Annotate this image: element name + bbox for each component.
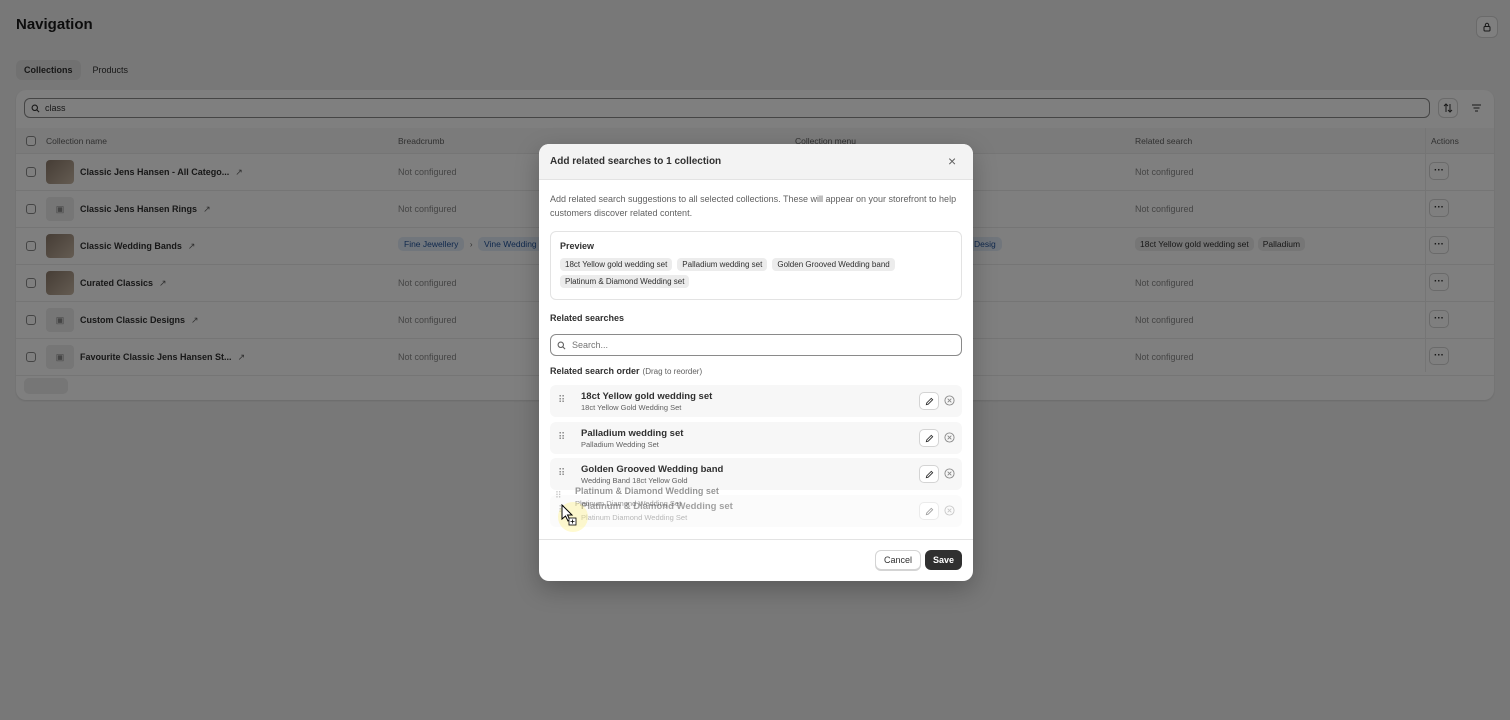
preview-title: Preview <box>560 241 595 251</box>
pencil-icon[interactable] <box>919 465 939 483</box>
drag-ghost: ⠿ Platinum & Diamond Wedding set Platinu… <box>553 486 883 514</box>
search-icon <box>557 341 566 349</box>
modal-footer: Cancel Save <box>539 539 973 581</box>
preview-chip: Palladium wedding set <box>677 258 768 271</box>
item-title: 18ct Yellow gold wedding set <box>581 391 713 402</box>
modal-title: Add related searches to 1 collection <box>550 156 722 167</box>
related-search-item[interactable]: ⠿ 18ct Yellow gold wedding set 18ct Yell… <box>550 385 962 417</box>
related-search-input[interactable] <box>572 340 952 350</box>
ghost-subtitle: Platinum Diamond Wedding Set <box>575 499 682 508</box>
order-label-text: Related search order <box>550 366 640 376</box>
preview-chip: Golden Grooved Wedding band <box>772 258 895 271</box>
remove-circle-icon[interactable] <box>943 504 956 517</box>
modal-description: Add related search suggestions to all se… <box>550 194 957 218</box>
remove-circle-icon[interactable] <box>943 431 956 444</box>
related-search-item[interactable]: ⠿ Palladium wedding set Palladium Weddin… <box>550 422 962 454</box>
preview-chips: 18ct Yellow gold wedding set Palladium w… <box>560 258 952 288</box>
preview-chip: 18ct Yellow gold wedding set <box>560 258 673 271</box>
drag-cursor-icon <box>558 502 588 532</box>
related-searches-label: Related searches <box>550 313 625 323</box>
item-subtitle: Palladium Wedding Set <box>581 440 659 449</box>
remove-circle-icon[interactable] <box>943 394 956 407</box>
remove-circle-icon[interactable] <box>943 467 956 480</box>
pencil-icon[interactable] <box>919 429 939 447</box>
drag-handle-icon: ⠿ <box>555 490 562 500</box>
item-subtitle: Wedding Band 18ct Yellow Gold <box>581 476 688 485</box>
save-button[interactable]: Save <box>925 550 963 570</box>
drag-handle-icon[interactable]: ⠿ <box>558 432 565 443</box>
pencil-icon[interactable] <box>919 392 939 410</box>
pencil-icon[interactable] <box>919 502 939 520</box>
order-label: Related search order (Drag to reorder) <box>550 366 702 376</box>
preview-box: Preview 18ct Yellow gold wedding set Pal… <box>550 231 962 300</box>
related-searches-modal: Add related searches to 1 collection × A… <box>539 144 973 581</box>
drag-hint: (Drag to reorder) <box>642 367 703 376</box>
drag-handle-icon[interactable]: ⠿ <box>558 395 565 406</box>
ghost-title: Platinum & Diamond Wedding set <box>575 486 719 496</box>
drag-handle-icon[interactable]: ⠿ <box>558 468 565 479</box>
item-subtitle: Platinum Diamond Wedding Set <box>581 513 688 522</box>
cancel-button[interactable]: Cancel <box>875 550 922 570</box>
related-search-field[interactable] <box>550 334 962 356</box>
item-title: Palladium wedding set <box>581 428 684 439</box>
close-icon[interactable]: × <box>948 154 956 168</box>
preview-chip: Platinum & Diamond Wedding set <box>560 275 690 288</box>
item-subtitle: 18ct Yellow Gold Wedding Set <box>581 403 682 412</box>
modal-header: Add related searches to 1 collection × <box>539 144 973 180</box>
item-title: Golden Grooved Wedding band <box>581 464 724 475</box>
